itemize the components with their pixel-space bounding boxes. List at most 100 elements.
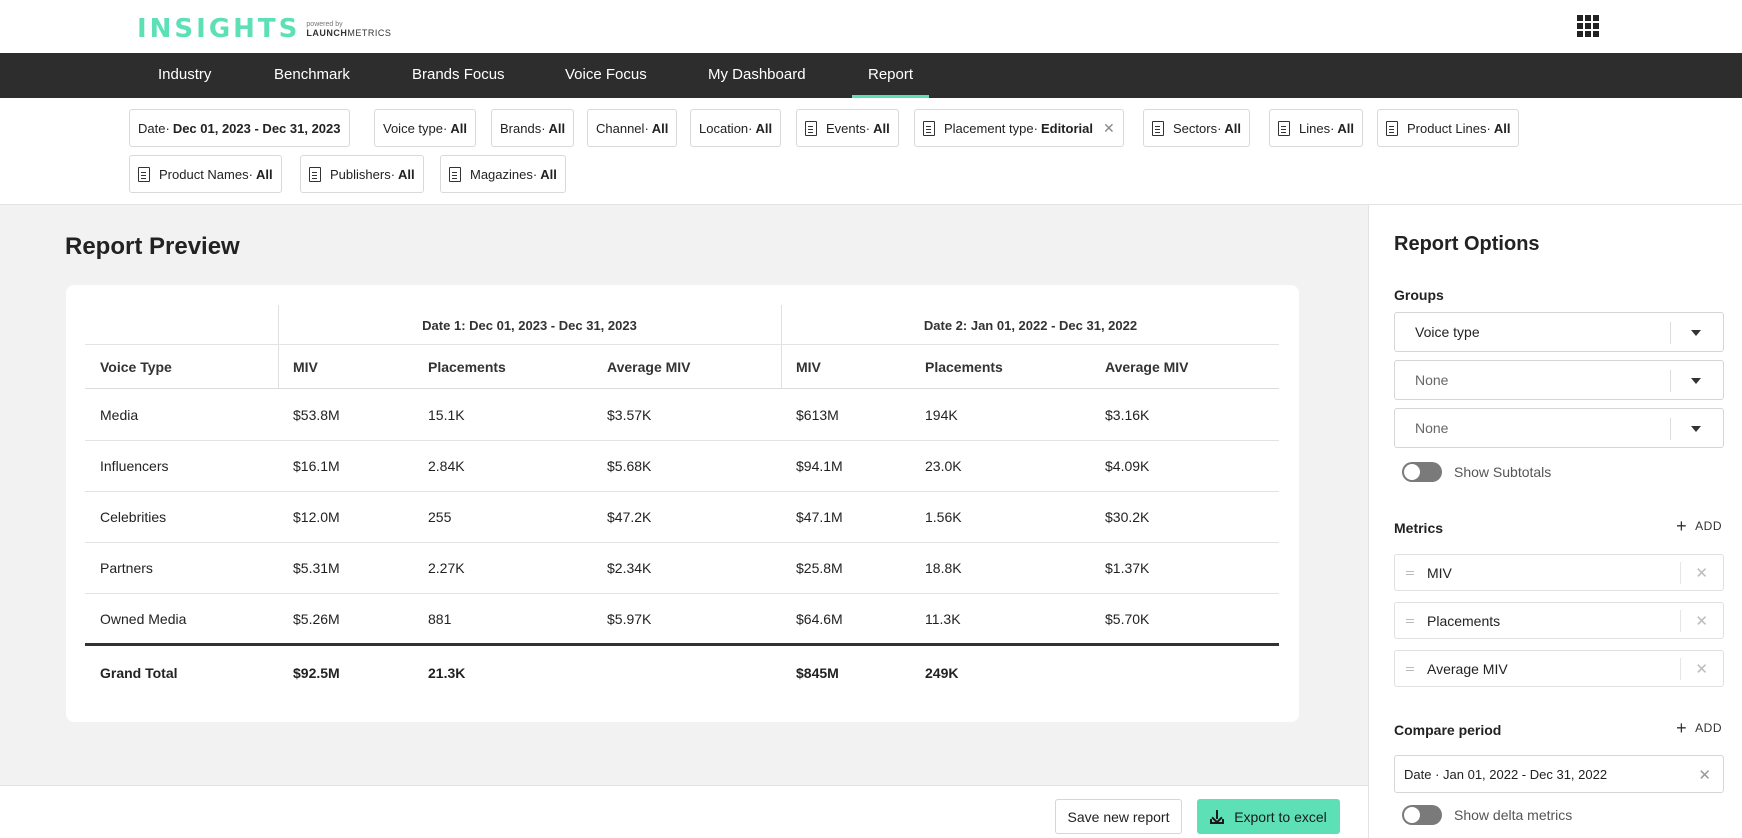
filter-publishers[interactable]: Publishers · All — [300, 155, 424, 193]
filter-label: Brands — [500, 120, 542, 136]
col-header-placements-2[interactable]: Placements — [925, 359, 1003, 375]
nav-brands-focus[interactable]: Brands Focus — [412, 53, 505, 98]
col-header-avg-miv-1[interactable]: Average MIV — [607, 359, 691, 375]
cell-placements-2: 194K — [925, 407, 958, 423]
filter-brands[interactable]: Brands · All — [491, 109, 575, 147]
select-value: None — [1415, 420, 1449, 436]
close-icon[interactable]: ✕ — [1695, 660, 1708, 678]
cell-miv-2: $47.1M — [796, 509, 843, 525]
cell-miv-1: $5.31M — [293, 560, 340, 576]
cell-voice-type: Celebrities — [100, 509, 167, 525]
metric-item[interactable]: Average MIV ✕ — [1394, 650, 1724, 687]
download-icon — [1210, 809, 1225, 824]
filter-value: All — [540, 166, 557, 182]
nav-benchmark[interactable]: Benchmark — [274, 53, 350, 98]
cell-avg-miv-2: $1.37K — [1105, 560, 1150, 576]
filter-value: All — [398, 166, 415, 182]
export-excel-button[interactable]: Export to excel — [1197, 799, 1340, 834]
toggle-switch[interactable] — [1402, 462, 1442, 482]
col-header-miv-2[interactable]: MIV — [796, 359, 821, 375]
logo-wordmark: INSIGHTS — [137, 14, 301, 44]
add-metric-button[interactable]: + ADD — [1676, 517, 1722, 535]
drag-handle-icon[interactable] — [1406, 571, 1414, 575]
filter-sectors[interactable]: Sectors · All — [1143, 109, 1251, 147]
filter-value: All — [548, 120, 566, 136]
filter-magazines[interactable]: Magazines · All — [440, 155, 566, 193]
show-delta-toggle[interactable]: Show delta metrics — [1402, 805, 1572, 825]
cell-miv-2: $64.6M — [796, 611, 843, 627]
nav-report[interactable]: Report — [851, 53, 930, 98]
close-icon[interactable]: ✕ — [1698, 766, 1711, 784]
filter-label: Sectors — [1173, 120, 1218, 136]
filter-label: Events — [826, 120, 866, 136]
cell-avg-miv-1: $5.97K — [607, 611, 652, 627]
group-select-3[interactable]: None — [1394, 408, 1724, 448]
col-header-voice-type[interactable]: Voice Type — [100, 359, 172, 375]
filter-sep: · — [1486, 120, 1491, 136]
filter-bar: Date · Dec 01, 2023 - Dec 31, 2023 Voice… — [0, 98, 1742, 205]
filter-events[interactable]: Events · All — [796, 109, 899, 147]
document-icon — [1278, 120, 1290, 136]
filter-placement-type[interactable]: Placement type · Editorial ✕ — [914, 109, 1124, 147]
filter-voice-type[interactable]: Voice type · All — [374, 109, 476, 147]
document-icon — [805, 120, 817, 136]
drag-handle-icon[interactable] — [1406, 619, 1414, 623]
cell-voice-type: Influencers — [100, 458, 169, 474]
chevron-down-icon — [1691, 378, 1701, 384]
drag-handle-icon[interactable] — [1406, 667, 1414, 671]
apps-grid-icon[interactable] — [1577, 15, 1599, 37]
filter-label: Publishers — [330, 166, 391, 182]
filter-sep: · — [748, 120, 753, 136]
total-placements-1: 21.3K — [428, 665, 466, 681]
filter-label: Placement type — [944, 120, 1034, 136]
filter-product-lines[interactable]: Product Lines · All — [1377, 109, 1520, 147]
filter-lines[interactable]: Lines · All — [1269, 109, 1364, 147]
group-select-2[interactable]: None — [1394, 360, 1724, 400]
plus-icon: + — [1676, 516, 1688, 536]
metric-item[interactable]: MIV ✕ — [1394, 554, 1724, 591]
total-divider — [85, 643, 1279, 646]
cell-placements-1: 2.27K — [428, 560, 465, 576]
col-header-avg-miv-2[interactable]: Average MIV — [1105, 359, 1189, 375]
groups-label: Groups — [1394, 287, 1444, 303]
nav-voice-focus[interactable]: Voice Focus — [565, 53, 647, 98]
filter-sep: · — [443, 120, 448, 136]
col-header-miv-1[interactable]: MIV — [293, 359, 318, 375]
filter-value: Dec 01, 2023 - Dec 31, 2023 — [172, 120, 341, 136]
nav-my-dashboard[interactable]: My Dashboard — [708, 53, 806, 98]
filter-value: All — [755, 120, 773, 136]
nav-industry[interactable]: Industry — [158, 53, 211, 98]
cell-placements-2: 11.3K — [925, 611, 961, 627]
row-divider — [85, 440, 1279, 441]
show-subtotals-toggle[interactable]: Show Subtotals — [1402, 462, 1551, 482]
cell-placements-1: 881 — [428, 611, 452, 627]
col-header-placements-1[interactable]: Placements — [428, 359, 506, 375]
cell-placements-1: 255 — [428, 509, 452, 525]
remove-filter-icon[interactable]: ✕ — [1103, 120, 1115, 137]
filter-date[interactable]: Date · Dec 01, 2023 - Dec 31, 2023 — [129, 109, 350, 147]
add-label: ADD — [1695, 721, 1722, 735]
filter-location[interactable]: Location · All — [690, 109, 782, 147]
compare-period-chip[interactable]: Date · Jan 01, 2022 - Dec 31, 2022 ✕ — [1394, 755, 1724, 793]
insights-logo[interactable]: INSIGHTS powered by LAUNCHMETRICS — [137, 14, 391, 44]
document-icon — [1386, 120, 1398, 136]
add-compare-button[interactable]: + ADD — [1676, 719, 1722, 737]
group-select-1[interactable]: Voice type — [1394, 312, 1724, 352]
metric-item[interactable]: Placements ✕ — [1394, 602, 1724, 639]
report-preview-area: Report Preview — [0, 205, 1368, 785]
filter-value: All — [873, 120, 890, 136]
filter-sep: · — [865, 120, 871, 136]
filter-product-names[interactable]: Product Names · All — [129, 155, 282, 193]
cell-miv-1: $16.1M — [293, 458, 340, 474]
filter-channel[interactable]: Channel · All — [587, 109, 678, 147]
filter-sep: · — [541, 120, 546, 136]
filter-sep: · — [1330, 120, 1335, 136]
row-divider — [85, 344, 1279, 345]
filter-label: Date — [138, 120, 166, 136]
save-report-button[interactable]: Save new report — [1055, 799, 1182, 834]
toggle-switch[interactable] — [1402, 805, 1442, 825]
close-icon[interactable]: ✕ — [1695, 564, 1708, 582]
document-icon — [449, 166, 461, 182]
close-icon[interactable]: ✕ — [1695, 612, 1708, 630]
filter-value: All — [651, 120, 669, 136]
